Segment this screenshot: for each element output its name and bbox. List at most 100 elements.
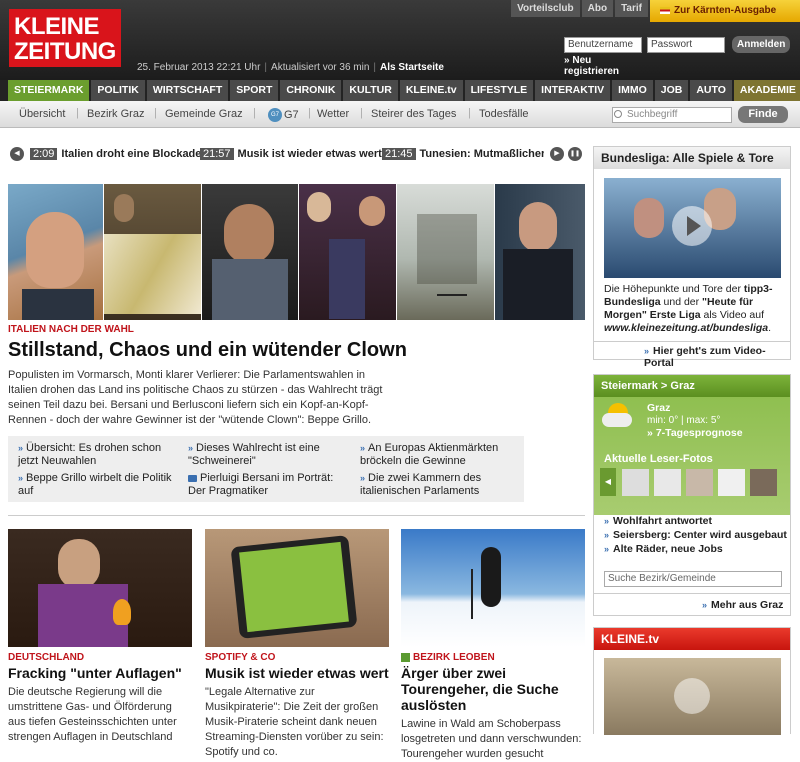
article-kicker: SPOTIFY & CO [205, 652, 276, 663]
kleinetv-video[interactable] [604, 658, 781, 735]
reader-photo[interactable] [622, 469, 649, 496]
bundesliga-video[interactable] [604, 178, 781, 278]
graz-title[interactable]: Steiermark > Graz [594, 375, 790, 397]
subnav-gemeinde-graz[interactable]: Gemeinde Graz [165, 108, 243, 120]
g7-label: G7 [284, 108, 299, 121]
nav-wirtschaft[interactable]: WIRTSCHAFT [146, 80, 229, 101]
updated-time: Aktualisiert vor 36 min [271, 62, 370, 73]
reader-photo[interactable] [686, 469, 713, 496]
nav-chronik[interactable]: CHRONIK [280, 80, 342, 101]
graz-link[interactable]: » Alte Räder, neue Jobs [604, 543, 723, 555]
abo-tab[interactable]: Abo [581, 0, 614, 17]
subnav-g7[interactable]: G7 G7 [268, 108, 299, 122]
nav-steiermark[interactable]: STEIERMARK [8, 80, 90, 101]
photo-puppets [299, 184, 396, 320]
kaernten-flag-icon [660, 6, 670, 14]
bundesliga-title[interactable]: Bundesliga: Alle Spiele & Tore [594, 147, 790, 169]
nav-kleinetv[interactable]: KLEINE.tv [399, 80, 463, 101]
graz-link[interactable]: » Wohlfahrt antwortet [604, 515, 712, 527]
photo-grillo [202, 184, 298, 320]
related-link[interactable]: » Die zwei Kammern des italienischen Parl… [360, 472, 515, 498]
subnav-todesfaelle[interactable]: Todesfälle [479, 108, 529, 120]
nav-interaktiv[interactable]: INTERAKTIV [535, 80, 611, 101]
related-link[interactable]: » Übersicht: Es drohen schon jetzt Neuwah… [18, 442, 173, 468]
arrow-icon: » [188, 443, 194, 453]
article-title[interactable]: Fracking "unter Auflagen" [8, 665, 192, 681]
bundesliga-text: Die Höhepunkte und Tore der tipp3-Bundes… [604, 283, 784, 335]
password-field[interactable]: Passwort [647, 37, 725, 53]
reader-photo[interactable] [654, 469, 681, 496]
play-icon[interactable] [674, 678, 710, 714]
username-field[interactable]: Benutzername [564, 37, 642, 53]
graz-box: Steiermark > Graz Graz min: 0° | max: 5°… [593, 374, 791, 616]
photo-bersani [8, 184, 103, 320]
logo-line-1: KLEINE [14, 13, 100, 40]
logo[interactable]: KLEINE ZEITUNG [9, 9, 121, 67]
related-link[interactable]: » Beppe Grillo wirbelt die Politik auf [18, 472, 173, 498]
arrow-icon: » [644, 346, 650, 356]
ticker-item[interactable]: 21:57 Musik ist wieder etwas wert [200, 148, 382, 160]
kleinetv-title[interactable]: KLEINE.tv [594, 628, 790, 650]
nav-akademie[interactable]: AKADEMIE [733, 80, 800, 101]
site-header: KLEINE ZEITUNG 25. Februar 2013 22:21 Uhr… [0, 0, 800, 80]
article-card[interactable]: BEZIRK LEOBEN Ärger über zwei Tourengehe… [401, 529, 585, 762]
ticker-time: 21:45 [382, 148, 416, 160]
subnav-steirer[interactable]: Steirer des Tages [371, 108, 456, 120]
related-link[interactable]: Pierluigi Bersani im Porträt: Der Pragma… [188, 472, 343, 498]
arrow-icon: » [604, 516, 610, 526]
hero-headline[interactable]: Stillstand, Chaos und ein wütender Clown [8, 339, 588, 362]
nav-politik[interactable]: POLITIK [91, 80, 145, 101]
arrow-icon: » [604, 530, 610, 540]
bundesliga-link[interactable]: www.kleinezeitung.at/bundesliga [604, 322, 768, 334]
related-link-label: Pierluigi Bersani im Porträt: Der Pragma… [188, 472, 334, 497]
subnav-uebersicht[interactable]: Übersicht [19, 108, 65, 120]
photos-prev-icon[interactable]: ◀ [600, 468, 616, 496]
reader-photos-title: Aktuelle Leser-Fotos [604, 453, 713, 465]
nav-kultur[interactable]: KULTUR [343, 80, 398, 101]
article-card[interactable]: SPOTIFY & CO Musik ist wieder etwas wert… [205, 529, 389, 760]
subnav-wetter[interactable]: Wetter [317, 108, 349, 120]
related-link[interactable]: » An Europas Aktienmärkten bröckeln die G… [360, 442, 515, 468]
register-link[interactable]: » Neu registrieren [564, 55, 619, 77]
arrow-icon: » [360, 443, 366, 453]
nav-lifestyle[interactable]: LIFESTYLE [464, 80, 534, 101]
article-kicker-label: BEZIRK LEOBEN [413, 652, 495, 663]
reader-photo[interactable] [750, 469, 777, 496]
ticker-prev-icon[interactable]: ◀ [10, 147, 24, 161]
search-button[interactable]: Finde [738, 106, 788, 123]
search-input[interactable]: Suchbegriff [612, 107, 732, 123]
tarif-tab[interactable]: Tarif [615, 0, 648, 17]
article-card[interactable]: DEUTSCHLAND Fracking "unter Auflagen" Di… [8, 529, 192, 745]
bundesliga-text-part: als Video auf [700, 309, 765, 321]
ticker-item[interactable]: 2:09 Italien droht eine Blockade [30, 148, 201, 160]
nav-sport[interactable]: SPORT [230, 80, 279, 101]
article-title[interactable]: Ärger über zwei Tourengeher, die Suche a… [401, 665, 585, 713]
video-portal-link[interactable]: » Hier geht's zum Video-Portal [644, 345, 790, 369]
subnav-bezirk-graz[interactable]: Bezirk Graz [87, 108, 144, 120]
nav-job[interactable]: JOB [654, 80, 689, 101]
kaernten-edition-button[interactable]: Zur Kärnten-Ausgabe [650, 0, 800, 22]
ticker-next-icon[interactable]: ▶ [550, 147, 564, 161]
reader-photo[interactable] [718, 469, 745, 496]
hero-photo-strip[interactable] [8, 184, 585, 320]
coat-of-arms-icon [401, 652, 410, 662]
ticker-time: 21:57 [200, 148, 234, 160]
vorteilsclub-tab[interactable]: Vorteilsclub [511, 0, 580, 17]
set-homepage-link[interactable]: Als Startseite [380, 62, 444, 73]
forecast-link[interactable]: » 7-Tagesprognose [647, 427, 743, 439]
graz-link-label: Alte Räder, neue Jobs [613, 543, 723, 555]
ticker-pause-icon[interactable]: ❚❚ [568, 147, 582, 161]
ticker-item[interactable]: 21:45 Tunesien: Mutmaßlicher M [382, 148, 544, 160]
article-title[interactable]: Musik ist wieder etwas wert [205, 665, 389, 681]
related-link[interactable]: » Dieses Wahlrecht ist eine "Schweinerei" [188, 442, 343, 468]
login-button[interactable]: Anmelden [732, 36, 791, 53]
more-graz-label: Mehr aus Graz [711, 599, 784, 611]
nav-auto[interactable]: AUTO [690, 80, 732, 101]
weather-sun-cloud-icon [602, 403, 632, 429]
graz-link[interactable]: » Seiersberg: Center wird ausgebaut [604, 529, 787, 541]
nav-immo[interactable]: IMMO [612, 80, 653, 101]
more-graz-link[interactable]: » Mehr aus Graz [702, 599, 783, 611]
region-search-input[interactable]: Suche Bezirk/Gemeinde [604, 571, 782, 587]
ticker-text: Tunesien: Mutmaßlicher M [419, 148, 544, 160]
related-link-label: Beppe Grillo wirbelt die Politik auf [18, 472, 172, 497]
